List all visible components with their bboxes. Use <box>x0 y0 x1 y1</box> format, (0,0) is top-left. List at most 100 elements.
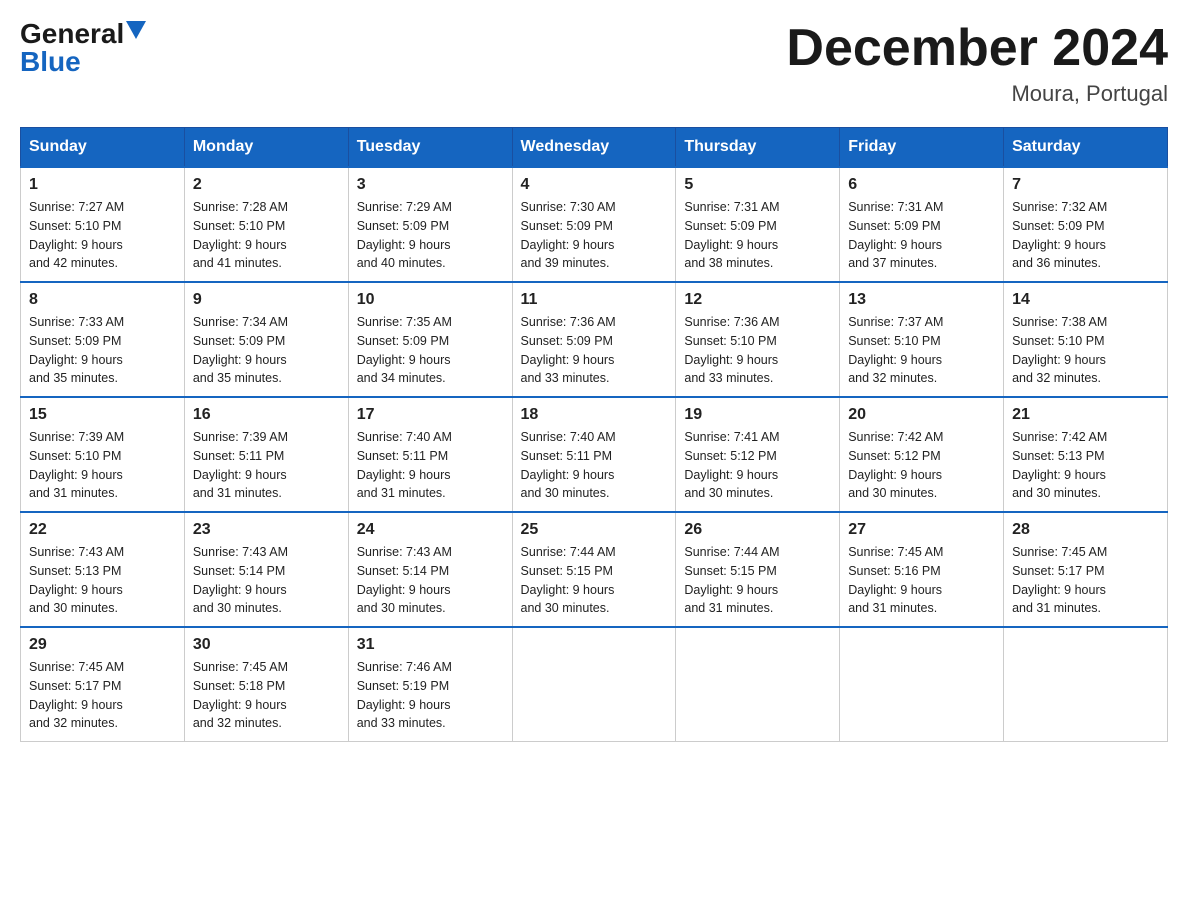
calendar-cell: 17 Sunrise: 7:40 AM Sunset: 5:11 PM Dayl… <box>348 397 512 512</box>
daylight-label: Daylight: 9 hours <box>521 468 615 482</box>
day-info: Sunrise: 7:40 AM Sunset: 5:11 PM Dayligh… <box>521 428 668 503</box>
sunrise-label: Sunrise: 7:31 AM <box>848 200 943 214</box>
daylight-minutes: and 33 minutes. <box>684 371 773 385</box>
calendar-cell: 3 Sunrise: 7:29 AM Sunset: 5:09 PM Dayli… <box>348 167 512 282</box>
day-number: 28 <box>1012 521 1159 539</box>
sunset-label: Sunset: 5:11 PM <box>521 449 613 463</box>
daylight-label: Daylight: 9 hours <box>848 353 942 367</box>
daylight-minutes: and 33 minutes. <box>521 371 610 385</box>
sunset-label: Sunset: 5:10 PM <box>193 219 285 233</box>
calendar-cell: 24 Sunrise: 7:43 AM Sunset: 5:14 PM Dayl… <box>348 512 512 627</box>
daylight-label: Daylight: 9 hours <box>357 468 451 482</box>
day-info: Sunrise: 7:34 AM Sunset: 5:09 PM Dayligh… <box>193 313 340 388</box>
daylight-minutes: and 38 minutes. <box>684 256 773 270</box>
logo: General Blue <box>20 20 146 76</box>
calendar-cell: 18 Sunrise: 7:40 AM Sunset: 5:11 PM Dayl… <box>512 397 676 512</box>
day-number: 17 <box>357 406 504 424</box>
sunset-label: Sunset: 5:19 PM <box>357 679 449 693</box>
sunrise-label: Sunrise: 7:39 AM <box>29 430 124 444</box>
day-info: Sunrise: 7:31 AM Sunset: 5:09 PM Dayligh… <box>684 198 831 273</box>
sunset-label: Sunset: 5:12 PM <box>848 449 940 463</box>
daylight-label: Daylight: 9 hours <box>684 353 778 367</box>
location-text: Moura, Portugal <box>786 81 1168 107</box>
daylight-minutes: and 37 minutes. <box>848 256 937 270</box>
day-number: 10 <box>357 291 504 309</box>
sunrise-label: Sunrise: 7:37 AM <box>848 315 943 329</box>
calendar-cell: 30 Sunrise: 7:45 AM Sunset: 5:18 PM Dayl… <box>184 627 348 742</box>
day-number: 13 <box>848 291 995 309</box>
sunrise-label: Sunrise: 7:30 AM <box>521 200 616 214</box>
daylight-label: Daylight: 9 hours <box>29 238 123 252</box>
daylight-minutes: and 40 minutes. <box>357 256 446 270</box>
sunrise-label: Sunrise: 7:40 AM <box>521 430 616 444</box>
sunset-label: Sunset: 5:09 PM <box>1012 219 1104 233</box>
daylight-minutes: and 31 minutes. <box>193 486 282 500</box>
daylight-minutes: and 32 minutes. <box>193 716 282 730</box>
day-info: Sunrise: 7:43 AM Sunset: 5:14 PM Dayligh… <box>357 543 504 618</box>
sunset-label: Sunset: 5:09 PM <box>848 219 940 233</box>
sunrise-label: Sunrise: 7:43 AM <box>357 545 452 559</box>
daylight-label: Daylight: 9 hours <box>1012 238 1106 252</box>
sunrise-label: Sunrise: 7:40 AM <box>357 430 452 444</box>
calendar-cell <box>512 627 676 742</box>
day-number: 22 <box>29 521 176 539</box>
day-info: Sunrise: 7:45 AM Sunset: 5:17 PM Dayligh… <box>1012 543 1159 618</box>
calendar-cell: 7 Sunrise: 7:32 AM Sunset: 5:09 PM Dayli… <box>1004 167 1168 282</box>
calendar-cell: 11 Sunrise: 7:36 AM Sunset: 5:09 PM Dayl… <box>512 282 676 397</box>
sunset-label: Sunset: 5:09 PM <box>193 334 285 348</box>
calendar-cell: 1 Sunrise: 7:27 AM Sunset: 5:10 PM Dayli… <box>21 167 185 282</box>
day-info: Sunrise: 7:36 AM Sunset: 5:10 PM Dayligh… <box>684 313 831 388</box>
day-number: 30 <box>193 636 340 654</box>
daylight-label: Daylight: 9 hours <box>193 698 287 712</box>
daylight-minutes: and 36 minutes. <box>1012 256 1101 270</box>
day-info: Sunrise: 7:35 AM Sunset: 5:09 PM Dayligh… <box>357 313 504 388</box>
day-info: Sunrise: 7:27 AM Sunset: 5:10 PM Dayligh… <box>29 198 176 273</box>
day-number: 1 <box>29 176 176 194</box>
daylight-label: Daylight: 9 hours <box>684 468 778 482</box>
calendar-cell: 25 Sunrise: 7:44 AM Sunset: 5:15 PM Dayl… <box>512 512 676 627</box>
day-number: 9 <box>193 291 340 309</box>
day-info: Sunrise: 7:30 AM Sunset: 5:09 PM Dayligh… <box>521 198 668 273</box>
sunset-label: Sunset: 5:10 PM <box>29 449 121 463</box>
day-info: Sunrise: 7:29 AM Sunset: 5:09 PM Dayligh… <box>357 198 504 273</box>
calendar-cell <box>840 627 1004 742</box>
calendar-week-5: 29 Sunrise: 7:45 AM Sunset: 5:17 PM Dayl… <box>21 627 1168 742</box>
calendar-cell: 21 Sunrise: 7:42 AM Sunset: 5:13 PM Dayl… <box>1004 397 1168 512</box>
day-number: 27 <box>848 521 995 539</box>
sunrise-label: Sunrise: 7:32 AM <box>1012 200 1107 214</box>
sunrise-label: Sunrise: 7:43 AM <box>29 545 124 559</box>
daylight-minutes: and 30 minutes. <box>848 486 937 500</box>
daylight-minutes: and 30 minutes. <box>193 601 282 615</box>
daylight-label: Daylight: 9 hours <box>29 698 123 712</box>
sunrise-label: Sunrise: 7:36 AM <box>521 315 616 329</box>
day-number: 6 <box>848 176 995 194</box>
calendar-cell: 16 Sunrise: 7:39 AM Sunset: 5:11 PM Dayl… <box>184 397 348 512</box>
sunset-label: Sunset: 5:14 PM <box>357 564 449 578</box>
calendar-table: SundayMondayTuesdayWednesdayThursdayFrid… <box>20 127 1168 742</box>
day-number: 19 <box>684 406 831 424</box>
day-number: 20 <box>848 406 995 424</box>
calendar-header-thursday: Thursday <box>676 128 840 168</box>
sunset-label: Sunset: 5:10 PM <box>29 219 121 233</box>
sunrise-label: Sunrise: 7:39 AM <box>193 430 288 444</box>
daylight-minutes: and 31 minutes. <box>848 601 937 615</box>
calendar-cell: 27 Sunrise: 7:45 AM Sunset: 5:16 PM Dayl… <box>840 512 1004 627</box>
calendar-header-row: SundayMondayTuesdayWednesdayThursdayFrid… <box>21 128 1168 168</box>
daylight-minutes: and 35 minutes. <box>193 371 282 385</box>
daylight-label: Daylight: 9 hours <box>29 353 123 367</box>
day-info: Sunrise: 7:45 AM Sunset: 5:18 PM Dayligh… <box>193 658 340 733</box>
daylight-minutes: and 30 minutes. <box>521 486 610 500</box>
sunset-label: Sunset: 5:10 PM <box>684 334 776 348</box>
sunset-label: Sunset: 5:11 PM <box>357 449 449 463</box>
daylight-minutes: and 31 minutes. <box>357 486 446 500</box>
calendar-cell: 23 Sunrise: 7:43 AM Sunset: 5:14 PM Dayl… <box>184 512 348 627</box>
calendar-cell: 22 Sunrise: 7:43 AM Sunset: 5:13 PM Dayl… <box>21 512 185 627</box>
sunset-label: Sunset: 5:09 PM <box>357 334 449 348</box>
day-info: Sunrise: 7:45 AM Sunset: 5:16 PM Dayligh… <box>848 543 995 618</box>
sunrise-label: Sunrise: 7:42 AM <box>1012 430 1107 444</box>
day-info: Sunrise: 7:28 AM Sunset: 5:10 PM Dayligh… <box>193 198 340 273</box>
daylight-minutes: and 30 minutes. <box>1012 486 1101 500</box>
daylight-label: Daylight: 9 hours <box>848 583 942 597</box>
sunrise-label: Sunrise: 7:36 AM <box>684 315 779 329</box>
daylight-minutes: and 31 minutes. <box>29 486 118 500</box>
